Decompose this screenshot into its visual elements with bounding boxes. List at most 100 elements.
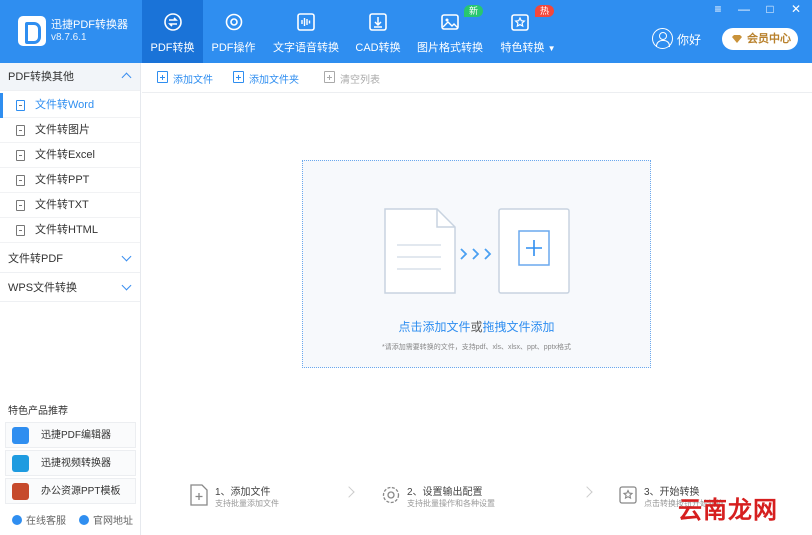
- html-file-icon: [16, 225, 25, 236]
- clear-list-button[interactable]: 清空列表: [324, 71, 380, 86]
- pdf-editor-icon: [12, 427, 29, 444]
- chevron-right-icon: [581, 486, 593, 498]
- star-box-icon: [511, 14, 529, 31]
- tab-label: 图片格式转换: [417, 42, 483, 54]
- featured-ppt-template[interactable]: 办公资源PPT模板: [5, 478, 136, 504]
- featured-label: 迅捷PDF编辑器: [41, 430, 111, 441]
- menu-button[interactable]: ≡: [710, 2, 726, 16]
- sidebar-group-to-pdf[interactable]: 文件转PDF: [0, 245, 140, 273]
- sidebar-item-to-word[interactable]: 文件转Word: [0, 93, 140, 118]
- ppt-file-icon: [16, 175, 25, 186]
- file-toolbar: 添加文件 添加文件夹 清空列表: [142, 63, 812, 93]
- group-label: PDF转换其他: [8, 71, 74, 83]
- file-drop-zone[interactable]: 点击添加文件或拖拽文件添加 *请添加需要转换的文件，支持pdf、xls、xlsx…: [302, 160, 651, 368]
- sidebar-item-to-image[interactable]: 文件转图片: [0, 118, 140, 143]
- gear-icon: [225, 13, 242, 31]
- item-label: 文件转图片: [35, 124, 90, 136]
- sidebar-item-to-excel[interactable]: 文件转Excel: [0, 143, 140, 168]
- excel-file-icon: [16, 150, 25, 161]
- minimize-button[interactable]: —: [736, 2, 752, 16]
- sidebar-item-to-txt[interactable]: 文件转TXT: [0, 193, 140, 218]
- chevron-down-icon: [121, 251, 132, 262]
- image-file-icon: [16, 125, 25, 136]
- user-name: 你好: [677, 33, 702, 47]
- sidebar-group-pdf-other[interactable]: PDF转换其他: [0, 63, 140, 91]
- step-desc: 支持批量操作和各种设置: [407, 499, 495, 508]
- image-icon: [441, 14, 459, 30]
- or-text: 或: [470, 320, 483, 334]
- item-label: 文件转TXT: [35, 199, 89, 211]
- tab-pdf-convert[interactable]: PDF转换: [142, 0, 203, 63]
- ie-browser-icon: [79, 515, 89, 525]
- tab-label: 文字语音转换: [273, 42, 339, 54]
- app-name: 迅捷PDF转换器: [51, 19, 128, 31]
- vip-center-button[interactable]: 会员中心: [722, 28, 798, 50]
- maximize-button[interactable]: □: [762, 2, 778, 16]
- online-service-link[interactable]: 在线客服: [12, 512, 66, 527]
- convert-icon: [163, 13, 182, 31]
- sidebar-item-to-html[interactable]: 文件转HTML: [0, 218, 140, 243]
- chevron-down-icon: [121, 280, 132, 291]
- item-label: 文件转HTML: [35, 224, 98, 236]
- site-watermark: 云南龙网: [678, 497, 778, 524]
- step-title: 2、设置输出配置: [407, 487, 483, 498]
- footer-label: 在线客服: [26, 516, 66, 527]
- step-add-file: 1、添加文件 支持批量添加文件: [189, 482, 359, 512]
- vip-label: 会员中心: [747, 33, 791, 45]
- sidebar-group-wps[interactable]: WPS文件转换: [0, 274, 140, 302]
- add-file-step-icon: [190, 484, 208, 506]
- sidebar-item-to-ppt[interactable]: 文件转PPT: [0, 168, 140, 193]
- footer-label: 官网地址: [93, 516, 133, 527]
- video-converter-icon: [12, 455, 29, 472]
- tab-label: 特色转换 ▼: [495, 39, 561, 55]
- step-title: 1、添加文件: [215, 487, 271, 498]
- word-file-icon: [16, 100, 25, 111]
- tab-label-text: 特色转换: [500, 42, 545, 54]
- tab-text-speech[interactable]: 文字语音转换: [268, 0, 344, 63]
- hot-badge: 热: [535, 5, 555, 17]
- item-label: 文件转Word: [35, 99, 95, 111]
- supported-formats-hint: *请添加需要转换的文件，支持pdf、xls、xlsx、ppt、pptx格式: [381, 344, 572, 351]
- group-label: 文件转PDF: [8, 253, 63, 265]
- group-label: WPS文件转换: [8, 282, 78, 294]
- add-file-icon: [157, 71, 168, 83]
- tab-label: PDF操作: [211, 42, 256, 54]
- item-label: 文件转Excel: [35, 149, 95, 161]
- tab-pdf-operation[interactable]: PDF操作: [203, 0, 264, 63]
- add-file-button[interactable]: 添加文件: [157, 71, 213, 86]
- featured-video-converter[interactable]: 迅捷视频转换器: [5, 450, 136, 476]
- dropdown-caret-icon: ▼: [547, 44, 556, 53]
- file-to-add-illustration-icon: [384, 208, 570, 294]
- featured-title: 特色产品推荐: [8, 406, 68, 417]
- featured-pdf-editor[interactable]: 迅捷PDF编辑器: [5, 422, 136, 448]
- click-add-file-link[interactable]: 点击添加文件: [398, 320, 470, 334]
- diamond-icon: [732, 35, 742, 43]
- featured-label: 迅捷视频转换器: [41, 458, 111, 469]
- tool-label: 清空列表: [340, 75, 380, 86]
- tab-special-convert[interactable]: 特色转换 ▼ 热: [495, 0, 561, 63]
- top-bar: 迅捷PDF转换器 v8.7.6.1 PDF转换 PDF操作 文字语音转换 CAD…: [0, 0, 812, 63]
- tool-label: 添加文件夹: [249, 75, 299, 86]
- tab-label: CAD转换: [355, 42, 401, 54]
- tab-cad-convert[interactable]: CAD转换: [350, 0, 406, 63]
- sidebar: PDF转换其他 文件转Word 文件转图片 文件转Excel 文件转PPT 文件…: [0, 63, 141, 535]
- close-button[interactable]: ✕: [788, 2, 804, 16]
- tab-label: PDF转换: [150, 42, 195, 54]
- drag-add-file-link[interactable]: 拖拽文件添加: [483, 320, 555, 334]
- tool-label: 添加文件: [173, 75, 213, 86]
- drop-zone-message: 点击添加文件或拖拽文件添加: [303, 318, 650, 335]
- start-convert-step-icon: [619, 486, 637, 504]
- headset-icon: [12, 515, 22, 525]
- txt-file-icon: [16, 200, 25, 211]
- add-folder-button[interactable]: 添加文件夹: [233, 71, 299, 86]
- settings-step-icon: [382, 486, 400, 504]
- item-label: 文件转PPT: [35, 174, 90, 186]
- trash-icon: [324, 71, 335, 83]
- new-badge: 新: [464, 5, 484, 17]
- step-output-config: 2、设置输出配置 支持批量操作和各种设置: [381, 482, 551, 512]
- chevron-up-icon: [121, 72, 132, 83]
- featured-label: 办公资源PPT模板: [41, 486, 121, 497]
- official-site-link[interactable]: 官网地址: [79, 512, 133, 527]
- step-desc: 支持批量添加文件: [215, 499, 279, 508]
- tab-image-format[interactable]: 图片格式转换 新: [414, 0, 486, 63]
